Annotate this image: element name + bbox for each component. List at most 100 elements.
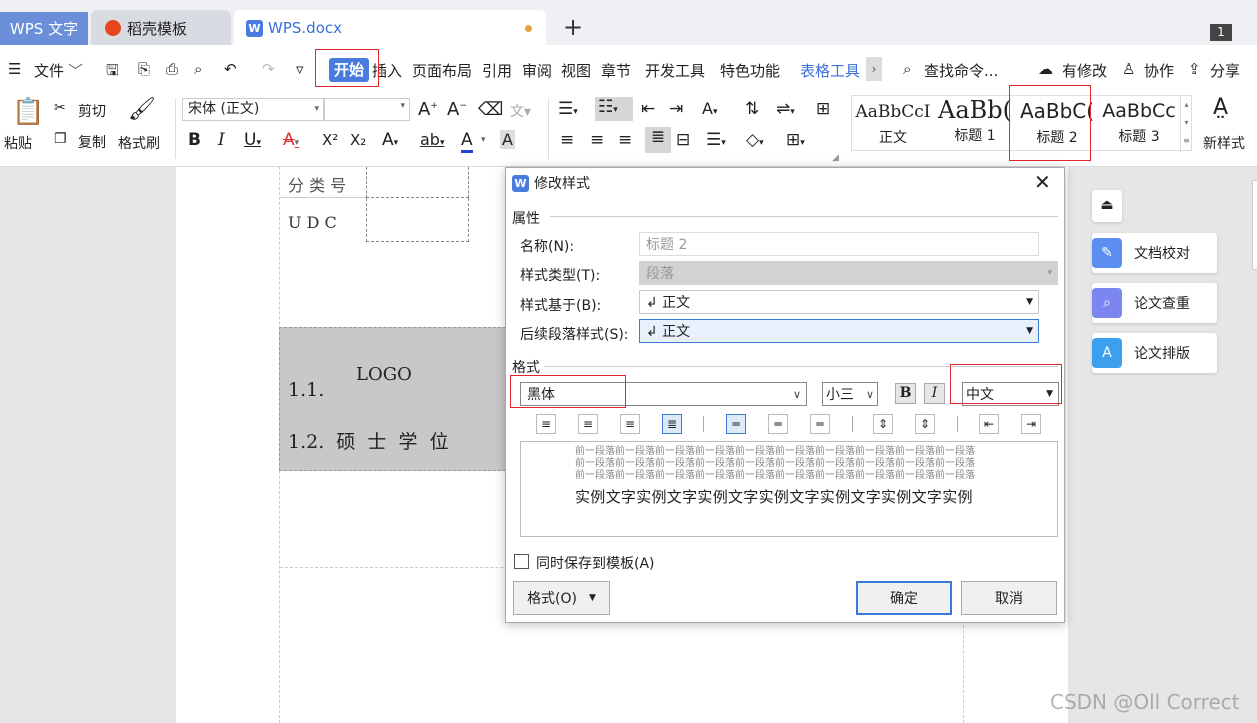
cut-button[interactable]: 剪切 [78, 101, 106, 121]
tab-daoke[interactable]: 稻壳模板 [91, 10, 231, 46]
side-item-typeset[interactable]: A 论文排版 [1092, 333, 1217, 373]
chevron-down-icon[interactable]: ▾ [481, 135, 486, 145]
increase-indent-icon[interactable]: ⇥ [669, 99, 683, 119]
justify-icon[interactable]: ≣ [645, 127, 671, 153]
line-spacing-icon[interactable]: ⇌▾ [776, 99, 795, 119]
format-menu-button[interactable]: 格式(O) ▼ [513, 581, 610, 615]
table-cell[interactable]: 分 类 号 [280, 167, 368, 198]
char-shading-icon[interactable]: A [500, 130, 515, 149]
side-item-proofread[interactable]: ✎ 文档校对 [1092, 233, 1217, 273]
strikethrough-icon[interactable]: A▾ [283, 130, 299, 150]
one-half-spacing-icon[interactable]: ═ [768, 414, 788, 434]
ok-button[interactable]: 确定 [856, 581, 952, 615]
redo-icon[interactable]: ↷ [262, 60, 275, 78]
next-style-select[interactable]: ↲ 正文 ▼ [639, 319, 1039, 343]
text-effect-icon[interactable]: A▾ [382, 130, 398, 150]
distribute-icon[interactable]: ⊟ [676, 130, 690, 150]
output-icon[interactable]: ⎘ [138, 60, 150, 78]
copy-button[interactable]: 复制 [78, 132, 106, 152]
tabs-scroll-right-icon[interactable]: › [866, 57, 882, 81]
space-before-icon[interactable]: ⇕ [873, 414, 893, 434]
tab-wps-writer[interactable]: WPS 文字 [0, 12, 88, 45]
collapse-panel-button[interactable]: ⏏ [1092, 190, 1122, 222]
collab-button[interactable]: 协作 [1144, 60, 1174, 81]
search-command[interactable]: 查找命令... [924, 60, 998, 81]
tab-special[interactable]: 特色功能 [720, 60, 780, 81]
format-painter-button[interactable]: 格式刷 [118, 133, 160, 153]
tab-view[interactable]: 视图 [561, 60, 591, 81]
numbering-icon[interactable]: ☷▾ [595, 97, 633, 121]
justify-icon[interactable]: ≣ [662, 414, 682, 434]
print-preview-icon[interactable]: ⌕ [194, 60, 202, 78]
borders-icon[interactable]: ⊞▾ [786, 130, 805, 150]
increase-indent-icon[interactable]: ⇥ [1021, 414, 1041, 434]
menu-file[interactable]: 文件 [34, 60, 64, 81]
decrease-indent-icon[interactable]: ⇤ [641, 99, 655, 119]
tab-document[interactable]: W WPS.docx [234, 10, 546, 46]
print-icon[interactable]: ⎙ [166, 60, 178, 78]
tab-review[interactable]: 审阅 [522, 60, 552, 81]
align-right-icon[interactable]: ≡ [620, 414, 640, 434]
new-tab-button[interactable]: + [563, 13, 583, 41]
new-style-button[interactable]: 新样式 [1203, 133, 1245, 153]
style-heading-1[interactable]: AaBb( 标题 1 [934, 96, 1016, 152]
side-item-plagiarism[interactable]: ⌕ 论文查重 [1092, 283, 1217, 323]
align-center-icon[interactable]: ≡ [590, 130, 604, 150]
bold-button[interactable]: B [895, 383, 916, 404]
underline-icon[interactable]: U▾ [244, 130, 261, 150]
highlight-icon[interactable]: ab▾ [420, 130, 445, 149]
align-center-icon[interactable]: ≡ [578, 414, 598, 434]
subscript-icon[interactable]: X₂ [350, 131, 366, 149]
pinyin-icon[interactable]: 文▾ [510, 101, 531, 121]
grow-font-icon[interactable]: A+ [418, 99, 438, 120]
clear-format-icon[interactable]: ⌫ [478, 99, 503, 120]
bullets-icon[interactable]: ☰▾ [558, 99, 578, 119]
decrease-indent-icon[interactable]: ⇤ [979, 414, 999, 434]
bold-icon[interactable]: B [188, 130, 201, 150]
gallery-scroll[interactable]: ▴ ▾ ≡ [1180, 96, 1192, 152]
tab-page-layout[interactable]: 页面布局 [412, 60, 472, 81]
tab-chapter[interactable]: 章节 [601, 60, 631, 81]
table-cell[interactable] [366, 198, 469, 242]
tab-reference[interactable]: 引用 [482, 60, 512, 81]
paragraph-spacing-icon[interactable]: ☰▾ [706, 130, 726, 150]
style-name-input[interactable]: 标题 2 [639, 232, 1039, 256]
italic-icon[interactable]: I [218, 130, 225, 150]
window-counter[interactable]: 1 [1210, 24, 1232, 41]
chevron-down-icon[interactable]: ﹀ [68, 60, 83, 81]
superscript-icon[interactable]: X² [322, 131, 338, 149]
style-normal[interactable]: AaBbCcI 正文 [852, 96, 934, 152]
paste-icon[interactable]: 📋 [12, 97, 44, 127]
align-left-icon[interactable]: ≡ [536, 414, 556, 434]
italic-button[interactable]: I [924, 383, 945, 404]
size-select[interactable]: 小三 ∨ [822, 382, 878, 406]
table-icon[interactable]: ⊞ [816, 99, 830, 119]
single-spacing-icon[interactable]: ═ [726, 414, 746, 434]
table-cell[interactable] [366, 167, 469, 198]
style-heading-3[interactable]: AaBbCc 标题 3 [1098, 96, 1180, 152]
font-name-select[interactable]: 宋体 (正文) ▾ [182, 98, 324, 121]
save-icon[interactable]: 🖫 [106, 60, 119, 85]
save-to-template-checkbox[interactable] [514, 554, 529, 569]
text-direction-icon[interactable]: A▾ [702, 99, 717, 118]
paste-button[interactable]: 粘贴 [4, 133, 32, 153]
save-to-template-label[interactable]: 同时保存到模板(A) [536, 553, 655, 573]
tab-developer[interactable]: 开发工具 [645, 60, 705, 81]
sort-icon[interactable]: ⇅ [745, 99, 759, 119]
align-left-icon[interactable]: ≡ [560, 130, 574, 150]
table-cell[interactable]: U D C [280, 198, 368, 242]
font-color-icon[interactable]: A [461, 130, 473, 153]
shading-icon[interactable]: ◇▾ [746, 130, 764, 150]
double-spacing-icon[interactable]: ═ [810, 414, 830, 434]
tab-table-tools[interactable]: 表格工具 [800, 60, 860, 81]
shrink-font-icon[interactable]: A− [447, 99, 467, 120]
space-after-icon[interactable]: ⇕ [915, 414, 935, 434]
hamburger-icon[interactable]: ☰ [8, 60, 21, 78]
close-icon[interactable]: ✕ [1034, 170, 1051, 194]
align-right-icon[interactable]: ≡ [618, 130, 632, 150]
undo-icon[interactable]: ↶ [224, 60, 237, 78]
cancel-button[interactable]: 取消 [961, 581, 1057, 615]
font-size-select[interactable]: ▾ [324, 98, 410, 121]
scrollbar-edge[interactable] [1252, 180, 1257, 270]
dialog-launcher-icon[interactable]: ◢ [832, 153, 839, 163]
